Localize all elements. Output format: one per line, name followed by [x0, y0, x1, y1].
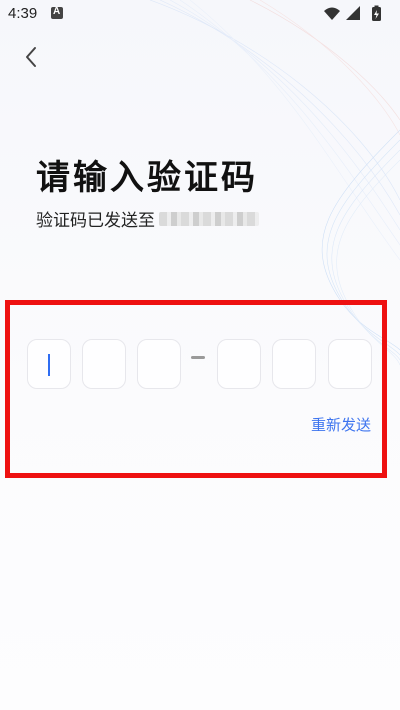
status-time: 4:39 — [8, 5, 38, 22]
chevron-left-icon — [26, 47, 36, 67]
notification-a-icon — [51, 6, 63, 19]
text-cursor — [48, 354, 50, 376]
battery-charging-icon — [372, 5, 381, 21]
status-icons — [324, 5, 381, 21]
back-button[interactable] — [18, 44, 46, 72]
masked-phone-number — [159, 211, 259, 226]
code-separator-dash — [191, 356, 205, 359]
code-box-6[interactable] — [328, 339, 372, 389]
resend-button[interactable]: 重新发送 — [311, 414, 371, 435]
status-bar: 4:39 — [0, 0, 400, 28]
code-box-3[interactable] — [137, 339, 181, 389]
signal-icon — [346, 6, 360, 20]
code-box-4[interactable] — [217, 339, 261, 389]
subtitle-text: 验证码已发送至 — [36, 211, 155, 231]
page-title: 请输入验证码 — [36, 158, 258, 198]
wifi-icon — [324, 7, 340, 20]
code-box-1[interactable] — [27, 339, 71, 389]
code-box-2[interactable] — [82, 339, 126, 389]
subtitle: 验证码已发送至 — [36, 206, 259, 231]
code-box-5[interactable] — [272, 339, 316, 389]
highlight-box — [5, 300, 387, 478]
